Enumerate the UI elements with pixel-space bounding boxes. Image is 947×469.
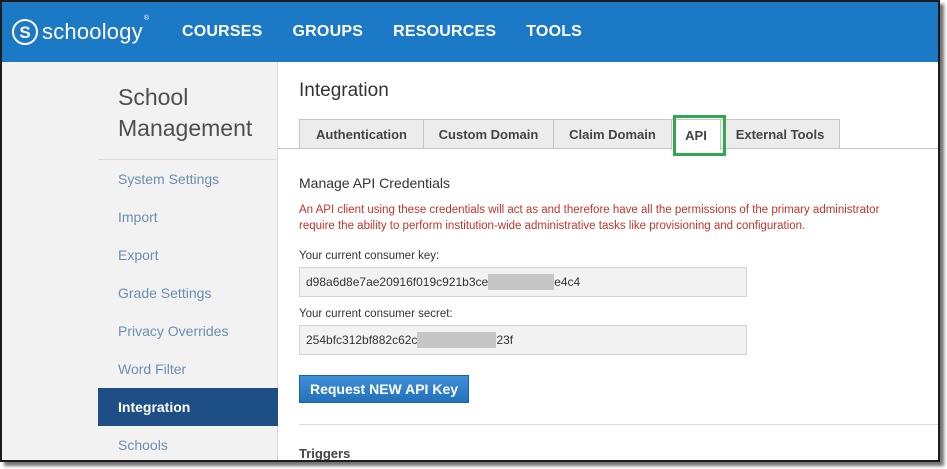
consumer-secret-value-end: 23f — [496, 333, 514, 347]
nav-resources[interactable]: RESOURCES — [393, 23, 496, 41]
sidebar-item-schools[interactable]: Schools — [98, 426, 278, 460]
integration-tabs: Authentication Custom Domain Claim Domai… — [299, 119, 840, 150]
app-window: S schoology® COURSES GROUPS RESOURCES TO… — [0, 0, 940, 462]
nav-groups[interactable]: GROUPS — [293, 23, 364, 41]
sidebar-item-integration[interactable]: Integration — [98, 388, 278, 426]
section-title: Manage API Credentials — [299, 175, 450, 191]
sidebar-item-export[interactable]: Export — [98, 236, 278, 274]
redaction-bar — [488, 274, 555, 290]
nav-courses[interactable]: COURSES — [182, 23, 263, 41]
warning-line-2: require the ability to perform instituti… — [299, 220, 806, 232]
tab-api[interactable]: API — [671, 119, 721, 150]
tab-authentication[interactable]: Authentication — [299, 119, 424, 149]
main-nav: COURSES GROUPS RESOURCES TOOLS — [182, 2, 612, 62]
request-new-api-key-button[interactable]: Request NEW API Key — [299, 375, 469, 403]
api-warning-text: An API client using these credentials wi… — [299, 202, 938, 234]
top-nav-bar: S schoology® COURSES GROUPS RESOURCES TO… — [2, 2, 938, 62]
consumer-key-value-end: e4c4 — [554, 275, 581, 289]
tab-claim-domain[interactable]: Claim Domain — [553, 119, 672, 149]
schoology-logo[interactable]: S schoology® — [12, 15, 150, 48]
page-title: Integration — [299, 80, 389, 101]
section-divider — [299, 424, 938, 425]
redaction-bar — [417, 332, 497, 348]
sidebar-item-grade-settings[interactable]: Grade Settings — [98, 274, 278, 312]
consumer-key-label: Your current consumer key: — [299, 250, 440, 262]
consumer-key-value-start: d98a6d8e7ae20916f019c921b3ce — [306, 275, 489, 289]
tab-custom-domain[interactable]: Custom Domain — [423, 119, 554, 149]
nav-tools[interactable]: TOOLS — [526, 23, 582, 41]
consumer-secret-field[interactable]: 254bfc312bf882c62c 23f — [299, 325, 747, 355]
consumer-secret-label: Your current consumer secret: — [299, 308, 453, 320]
sidebar-item-privacy-overrides[interactable]: Privacy Overrides — [98, 312, 278, 350]
tab-external-tools[interactable]: External Tools — [720, 119, 840, 149]
consumer-key-field[interactable]: d98a6d8e7ae20916f019c921b3ce e4c4 — [299, 267, 747, 297]
sidebar-item-import[interactable]: Import — [98, 198, 278, 236]
sidebar-title: School Management — [118, 84, 253, 141]
sidebar-item-system-settings[interactable]: System Settings — [98, 160, 278, 198]
consumer-secret-value-start: 254bfc312bf882c62c — [306, 333, 418, 347]
logo-text: schoology® — [42, 15, 150, 44]
triggers-heading: Triggers — [299, 446, 351, 461]
warning-line-1: An API client using these credentials wi… — [299, 204, 880, 216]
sidebar-item-word-filter[interactable]: Word Filter — [98, 350, 278, 388]
schoology-logo-icon: S — [12, 19, 38, 45]
tab-baseline — [278, 148, 938, 149]
